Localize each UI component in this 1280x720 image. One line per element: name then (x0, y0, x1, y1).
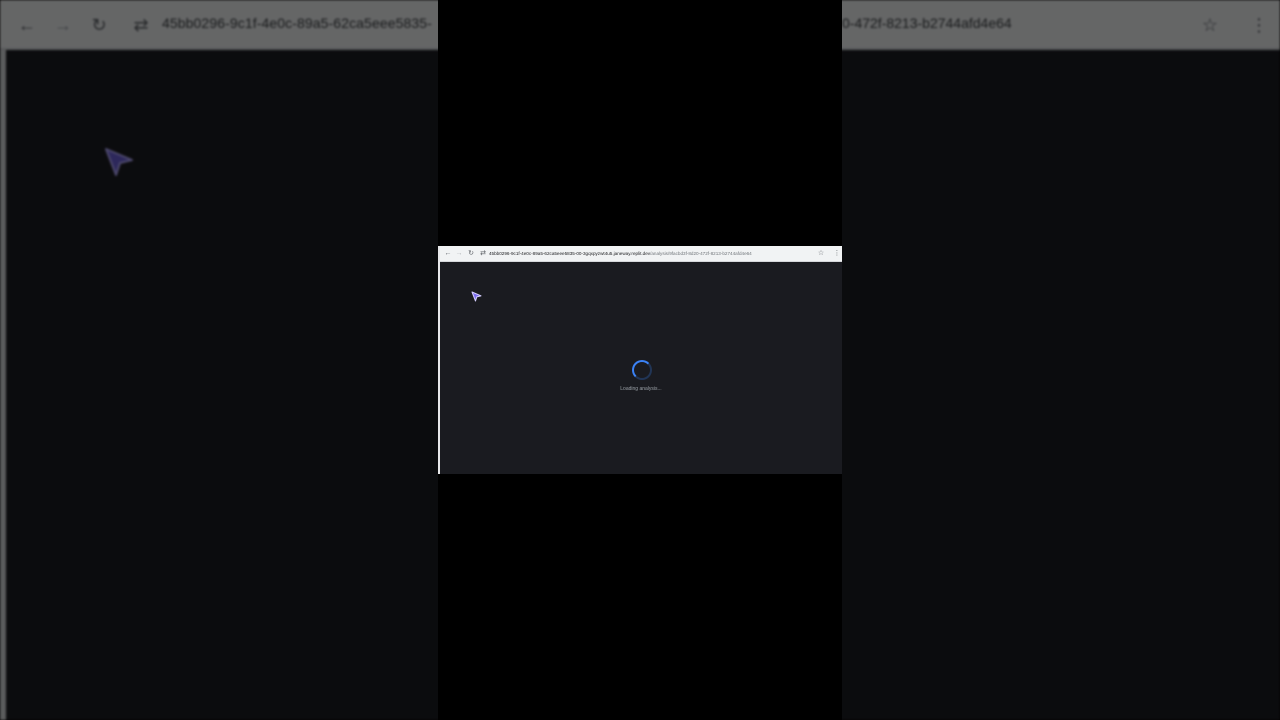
star-icon[interactable]: ☆ (816, 249, 826, 259)
kebab-menu-icon: ⋮ (1250, 15, 1268, 35)
reload-icon: ↻ (91, 15, 107, 35)
page-content: Loading analysis... (440, 262, 842, 474)
back-arrow-icon[interactable]: ← (443, 249, 453, 259)
browser-toolbar: ← → ↻ ⇄ 45bb0296-9c1f-4e0c-89a5-62ca5eee… (440, 246, 842, 262)
browser-window: ← → ↻ ⇄ 45bb0296-9c1f-4e0c-89a5-62ca5eee… (438, 246, 842, 474)
address-bar[interactable]: 45bb0296-9c1f-4e0c-89a5-62ca5eee5835-00-… (489, 250, 752, 258)
back-arrow-icon: ← (18, 15, 36, 35)
backdrop-url-right: 0-472f-8213-b2744afd4e64 (842, 15, 1012, 31)
loading-text: Loading analysis... (620, 386, 662, 392)
kebab-menu-icon[interactable]: ⋮ (832, 249, 842, 259)
url-host: 45bb0296-9c1f-4e0c-89a5-62ca5eee5835-00-… (489, 251, 651, 256)
center-panel: ← → ↻ ⇄ 45bb0296-9c1f-4e0c-89a5-62ca5eee… (438, 0, 842, 720)
screen: ← → ↻ ⇄ 45bb0296-9c1f-4e0c-89a5-62ca5eee… (0, 0, 1280, 720)
loading-spinner-icon (632, 360, 652, 380)
url-path: /analysis/9facbd3f-8d20-472f-8213-b2744a… (650, 251, 752, 256)
cursor-icon (105, 148, 133, 176)
backdrop-url-left: 45bb0296-9c1f-4e0c-89a5-62ca5eee5835- (162, 15, 432, 31)
cursor-icon (471, 291, 482, 302)
tune-icon: ⇄ (133, 15, 149, 35)
forward-arrow-icon: → (54, 15, 72, 35)
tune-icon[interactable]: ⇄ (478, 249, 488, 259)
forward-arrow-icon[interactable]: → (454, 249, 464, 259)
star-icon: ☆ (1201, 15, 1219, 35)
reload-icon[interactable]: ↻ (466, 249, 476, 259)
